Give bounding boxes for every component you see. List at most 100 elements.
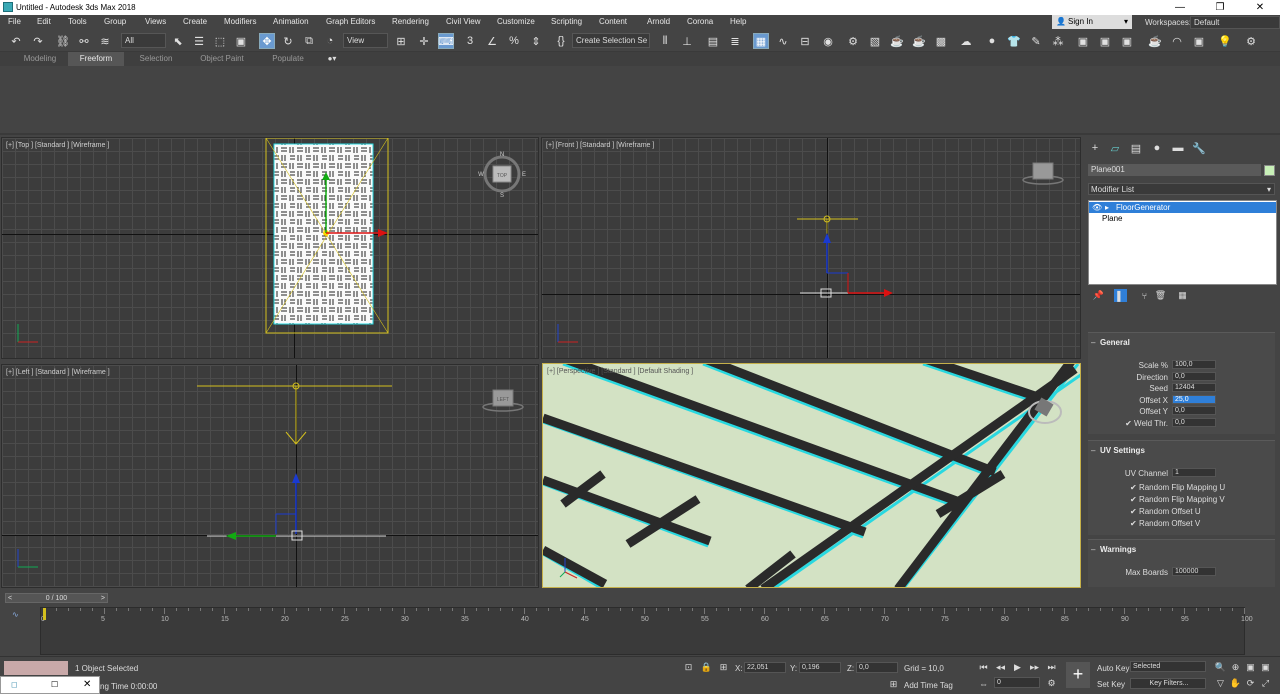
offset-x-spinner[interactable]: 25,0	[1172, 395, 1216, 404]
viewport-label-front[interactable]: [+] [Front ] [Standard ] [Wireframe ]	[546, 142, 654, 149]
key-filters-button[interactable]: Key Filters...	[1130, 678, 1206, 689]
utilities-tab-icon[interactable]: 🔧	[1191, 140, 1207, 156]
time-prev-icon[interactable]: <	[8, 594, 12, 603]
tab-populate[interactable]: Populate	[260, 52, 316, 66]
tab-object-paint[interactable]: Object Paint	[190, 52, 254, 66]
time-track[interactable]: 0510152025303540455055606570758085909510…	[40, 607, 1253, 655]
offset-y-spinner[interactable]: 0,0	[1172, 406, 1216, 415]
menu-arnold[interactable]: Arnold	[647, 17, 670, 26]
menu-group[interactable]: Group	[104, 17, 126, 26]
viewport-top[interactable]: [+] [Top ] [Standard ] [Wireframe ] TOP …	[1, 137, 539, 359]
object-color-swatch[interactable]	[1264, 165, 1275, 176]
pin-stack-icon[interactable]: 📌	[1092, 289, 1105, 302]
x-coordinate-field[interactable]: 22,051	[744, 662, 786, 673]
time-slider[interactable]: < 0 / 100 >	[5, 593, 108, 603]
rotate-icon[interactable]: ↻	[280, 33, 296, 49]
goto-start-icon[interactable]: ⏮	[977, 661, 990, 674]
make-unique-icon[interactable]: ⑂	[1138, 289, 1151, 302]
key-mode-select[interactable]: Selected	[1130, 661, 1206, 672]
ref-coord-select[interactable]: View	[343, 33, 388, 48]
modify-tab-icon[interactable]: ▱	[1107, 140, 1123, 156]
floor-object-left[interactable]	[192, 379, 392, 549]
workspace-select[interactable]: Default	[1190, 16, 1280, 29]
expand-icon[interactable]: ▸	[1105, 202, 1109, 213]
percent-snap-icon[interactable]: %	[506, 33, 522, 49]
scene-explorer-icon[interactable]: ▤	[705, 33, 721, 49]
scale-spinner[interactable]: 100,0	[1172, 360, 1216, 369]
menu-animation[interactable]: Animation	[273, 17, 309, 26]
time-cursor[interactable]	[43, 608, 46, 620]
select-by-name-icon[interactable]: ☰	[191, 33, 207, 49]
zoom-extents-all-icon[interactable]: ▣	[1259, 661, 1272, 674]
stack-item-plane[interactable]: Plane	[1089, 213, 1276, 224]
taskbar-thumbnail[interactable]: ◻ ☐ ✕	[0, 676, 100, 694]
menu-views[interactable]: Views	[145, 17, 166, 26]
set-key-button[interactable]: Set Key	[1097, 680, 1125, 689]
time-next-icon[interactable]: >	[101, 594, 105, 603]
viewcube-compass[interactable]: TOP N S E W	[478, 150, 528, 200]
hierarchy-tab-icon[interactable]: ▤	[1128, 140, 1144, 156]
display-tab-icon[interactable]: ▬	[1170, 140, 1186, 156]
align-icon[interactable]: ⊥	[679, 33, 695, 49]
current-frame-field[interactable]: 0	[994, 677, 1040, 688]
select-manipulate-icon[interactable]: ✛	[416, 33, 432, 49]
zoom-extents-icon[interactable]: ▣	[1244, 661, 1257, 674]
tab-freeform[interactable]: Freeform	[68, 52, 124, 66]
key-mode-icon[interactable]: ⇔	[977, 677, 990, 690]
seed-spinner[interactable]: 12404	[1172, 383, 1216, 392]
z-coordinate-field[interactable]: 0,0	[856, 662, 898, 673]
random-offset-v-checkbox[interactable]: ✔ Random Offset V	[1130, 519, 1200, 528]
menu-rendering[interactable]: Rendering	[392, 17, 429, 26]
auto-key-button[interactable]: Auto Key	[1097, 664, 1129, 673]
zoom-icon[interactable]: 🔍	[1214, 661, 1227, 674]
fov-icon[interactable]: ▽	[1214, 677, 1227, 690]
frame-buffer-icon[interactable]: ▣	[1191, 33, 1207, 49]
random-flip-u-checkbox[interactable]: ✔ Random Flip Mapping U	[1130, 483, 1225, 492]
floor-object-top[interactable]	[264, 138, 392, 336]
random-flip-v-checkbox[interactable]: ✔ Random Flip Mapping V	[1130, 495, 1225, 504]
menu-create[interactable]: Create	[183, 17, 207, 26]
mirror-icon[interactable]: ⫴	[657, 33, 673, 49]
create-tab-icon[interactable]: +	[1087, 140, 1103, 156]
scale-icon[interactable]: ⧉	[301, 33, 317, 49]
random-offset-u-checkbox[interactable]: ✔ Random Offset U	[1130, 507, 1201, 516]
motion-tab-icon[interactable]: ●	[1149, 140, 1165, 156]
menu-graph-editors[interactable]: Graph Editors	[326, 17, 375, 26]
weld-thr-spinner[interactable]: 0,0	[1172, 418, 1216, 427]
bind-space-warp-icon[interactable]: ≋	[97, 33, 113, 49]
hair-icon[interactable]: ✎	[1028, 33, 1044, 49]
viewcube-left[interactable]: LEFT	[478, 387, 528, 417]
minimize-button[interactable]: —	[1160, 1, 1200, 14]
curve-editor-icon[interactable]: ∿	[775, 33, 791, 49]
configure-sets-icon[interactable]: ▦	[1176, 289, 1189, 302]
restore-button[interactable]: ❐	[1200, 1, 1240, 14]
pivot-center-icon[interactable]: ⊞	[393, 33, 409, 49]
viewport-front[interactable]: [+] [Front ] [Standard ] [Wireframe ]	[541, 137, 1081, 359]
max-boards-spinner[interactable]: 100000	[1172, 567, 1216, 576]
corona-tool3-icon[interactable]: ▣	[1119, 33, 1135, 49]
render-gallery-icon[interactable]: ▩	[933, 33, 949, 49]
angle-snap-icon[interactable]: ∠	[484, 33, 500, 49]
tab-selection[interactable]: Selection	[128, 52, 184, 66]
teapot-icon[interactable]: ☕	[1147, 33, 1163, 49]
menu-modifiers[interactable]: Modifiers	[224, 17, 256, 26]
layer-explorer-icon[interactable]: ≣	[727, 33, 743, 49]
spinner-snap-icon[interactable]: ⇕	[528, 33, 544, 49]
light-icon[interactable]: ◠	[1169, 33, 1185, 49]
zoom-all-icon[interactable]: ⊕	[1229, 661, 1242, 674]
object-name-field[interactable]: Plane001	[1088, 164, 1261, 176]
maxscript-listener[interactable]	[4, 661, 68, 675]
eye-icon[interactable]: 👁	[1092, 202, 1102, 213]
remove-modifier-icon[interactable]: 🗑	[1154, 289, 1167, 302]
thumbnail-maximize-icon[interactable]: ☐	[51, 680, 58, 689]
goto-end-icon[interactable]: ⏭	[1045, 661, 1058, 674]
set-key-large-icon[interactable]: +	[1066, 662, 1090, 688]
floor-object-front[interactable]	[792, 213, 902, 303]
close-button[interactable]: ✕	[1240, 1, 1280, 14]
menu-tools[interactable]: Tools	[68, 17, 87, 26]
menu-content[interactable]: Content	[599, 17, 627, 26]
menu-file[interactable]: File	[8, 17, 21, 26]
select-object-icon[interactable]: ⬉	[170, 33, 186, 49]
menu-help[interactable]: Help	[730, 17, 746, 26]
shirt-icon[interactable]: 👕	[1006, 33, 1022, 49]
